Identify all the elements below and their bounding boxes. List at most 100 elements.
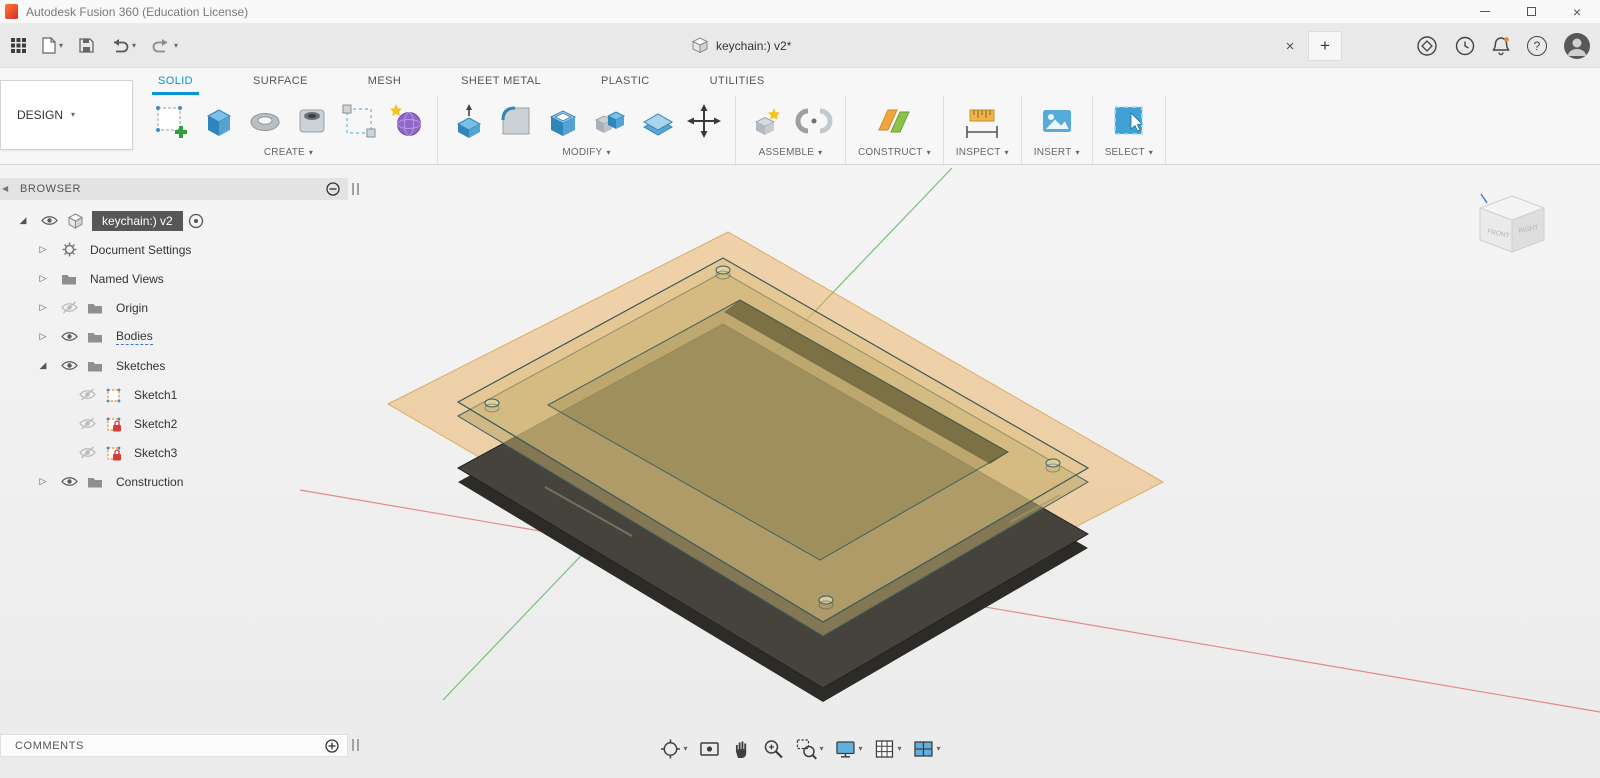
tree-item-bodies[interactable]: ▷ Bodies xyxy=(0,322,372,351)
eye-hidden-icon[interactable] xyxy=(74,388,100,401)
tree-item-label[interactable]: Named Views xyxy=(90,272,164,286)
fillet-button[interactable] xyxy=(497,102,535,140)
orbit-button[interactable]: ▾ xyxy=(657,736,689,762)
browser-header[interactable]: BROWSER xyxy=(0,178,348,200)
grid-settings-button[interactable]: ▾ xyxy=(872,736,904,762)
expand-open-icon[interactable]: ◢ xyxy=(30,360,56,371)
form-button[interactable] xyxy=(387,102,425,140)
group-create-dropdown[interactable]: CREATE ▾ xyxy=(264,147,313,158)
group-modify-dropdown[interactable]: MODIFY ▾ xyxy=(562,147,610,158)
tree-item-label[interactable]: Document Settings xyxy=(90,243,191,257)
data-panel-button[interactable] xyxy=(8,35,29,56)
shell-button[interactable] xyxy=(544,102,582,140)
redo-button[interactable]: ▾ xyxy=(149,35,181,56)
insert-image-button[interactable] xyxy=(1038,102,1076,140)
viewports-button[interactable]: ▾ xyxy=(911,736,943,762)
tree-item-label[interactable]: Sketch2 xyxy=(134,417,177,431)
new-component-button[interactable] xyxy=(748,102,786,140)
extrude-button[interactable] xyxy=(199,102,237,140)
new-tab-button[interactable]: + xyxy=(1308,31,1342,61)
eye-icon[interactable] xyxy=(56,360,82,371)
press-pull-button[interactable] xyxy=(450,102,488,140)
tree-item-document-settings[interactable]: ▷ Document Settings xyxy=(0,235,372,264)
pattern-button[interactable] xyxy=(340,102,378,140)
look-at-button[interactable] xyxy=(696,736,722,762)
tree-item-sketch3[interactable]: Sketch3 xyxy=(0,438,372,467)
eye-icon[interactable] xyxy=(56,476,82,487)
tree-item-origin[interactable]: ▷ Origin xyxy=(0,293,372,322)
expand-open-icon[interactable]: ◢ xyxy=(10,215,36,226)
notifications-button[interactable] xyxy=(1492,36,1510,56)
tree-item-label[interactable]: Bodies xyxy=(116,329,153,345)
fit-button[interactable]: ▾ xyxy=(793,736,825,762)
target-icon[interactable] xyxy=(183,213,209,229)
add-comment-button[interactable] xyxy=(325,738,339,753)
pan-button[interactable] xyxy=(729,736,753,762)
expand-closed-icon[interactable]: ▷ xyxy=(30,244,56,255)
tab-surface[interactable]: SURFACE xyxy=(247,70,314,95)
revolve-button[interactable] xyxy=(246,102,284,140)
select-button[interactable] xyxy=(1110,102,1148,140)
tree-item-sketch1[interactable]: Sketch1 xyxy=(0,380,372,409)
tree-item-sketch2[interactable]: Sketch2 xyxy=(0,409,372,438)
tree-item-named-views[interactable]: ▷ Named Views xyxy=(0,264,372,293)
construct-plane-button[interactable] xyxy=(875,102,913,140)
hole-button[interactable] xyxy=(293,102,331,140)
tab-sheet-metal[interactable]: SHEET METAL xyxy=(455,70,547,95)
tree-root-row[interactable]: ◢ keychain:) v2 xyxy=(0,206,372,235)
tab-utilities[interactable]: UTILITIES xyxy=(704,70,771,95)
tree-item-label[interactable]: Sketch3 xyxy=(134,446,177,460)
group-assemble-dropdown[interactable]: ASSEMBLE ▾ xyxy=(759,147,823,158)
tree-item-sketches[interactable]: ◢ Sketches xyxy=(0,351,372,380)
eye-icon[interactable] xyxy=(56,331,82,342)
tree-item-label[interactable]: Origin xyxy=(116,301,148,315)
tree-item-label[interactable]: Sketch1 xyxy=(134,388,177,402)
tree-item-label[interactable]: Sketches xyxy=(116,359,165,373)
eye-hidden-icon[interactable] xyxy=(56,301,82,314)
browser-collapse-all-button[interactable] xyxy=(326,182,340,196)
expand-closed-icon[interactable]: ▷ xyxy=(30,476,56,487)
offset-face-button[interactable] xyxy=(638,102,676,140)
help-button[interactable]: ? xyxy=(1527,35,1547,56)
create-sketch-button[interactable] xyxy=(152,102,190,140)
expand-closed-icon[interactable]: ▷ xyxy=(30,331,56,342)
combine-button[interactable] xyxy=(591,102,629,140)
document-tab[interactable]: keychain:) v2* xyxy=(692,24,791,67)
maximize-button[interactable] xyxy=(1508,0,1554,23)
move-button[interactable] xyxy=(685,102,723,140)
undo-button[interactable]: ▾ xyxy=(107,35,139,56)
group-select-dropdown[interactable]: SELECT ▾ xyxy=(1105,147,1153,158)
browser-collapse-arrow[interactable]: ◀ xyxy=(2,184,8,193)
profile-button[interactable] xyxy=(1564,32,1590,59)
group-construct-dropdown[interactable]: CONSTRUCT ▾ xyxy=(858,147,931,158)
joint-button[interactable] xyxy=(795,102,833,140)
measure-button[interactable] xyxy=(963,102,1001,140)
zoom-button[interactable] xyxy=(760,736,786,762)
viewcube[interactable]: FRONT RIGHT xyxy=(1478,193,1546,253)
close-button[interactable]: × xyxy=(1554,0,1600,23)
save-button[interactable] xyxy=(76,35,97,56)
job-status-button[interactable] xyxy=(1455,36,1475,56)
tab-plastic[interactable]: PLASTIC xyxy=(595,70,656,95)
tab-mesh[interactable]: MESH xyxy=(362,70,407,95)
tree-item-label[interactable]: Construction xyxy=(116,475,183,489)
display-settings-button[interactable]: ▾ xyxy=(832,736,864,762)
extensions-button[interactable] xyxy=(1416,35,1438,57)
group-insert-dropdown[interactable]: INSERT ▾ xyxy=(1034,147,1080,158)
root-document-label[interactable]: keychain:) v2 xyxy=(92,210,183,231)
workspace-selector[interactable]: DESIGN ▾ xyxy=(0,80,133,150)
expand-closed-icon[interactable]: ▷ xyxy=(30,273,56,284)
file-menu-button[interactable]: ▾ xyxy=(39,34,66,57)
close-tab-button[interactable]: × xyxy=(1278,34,1302,58)
tree-item-construction[interactable]: ▷ Construction xyxy=(0,467,372,496)
group-inspect-dropdown[interactable]: INSPECT ▾ xyxy=(956,147,1009,158)
eye-hidden-icon[interactable] xyxy=(74,417,100,430)
comments-panel-handle[interactable] xyxy=(352,739,359,751)
eye-icon[interactable] xyxy=(36,215,62,226)
eye-hidden-icon[interactable] xyxy=(74,446,100,459)
tab-solid[interactable]: SOLID xyxy=(152,70,200,95)
comments-panel[interactable]: COMMENTS xyxy=(0,734,348,757)
expand-closed-icon[interactable]: ▷ xyxy=(30,302,56,313)
minimize-button[interactable] xyxy=(1462,0,1508,23)
browser-panel-handle[interactable] xyxy=(352,183,359,195)
